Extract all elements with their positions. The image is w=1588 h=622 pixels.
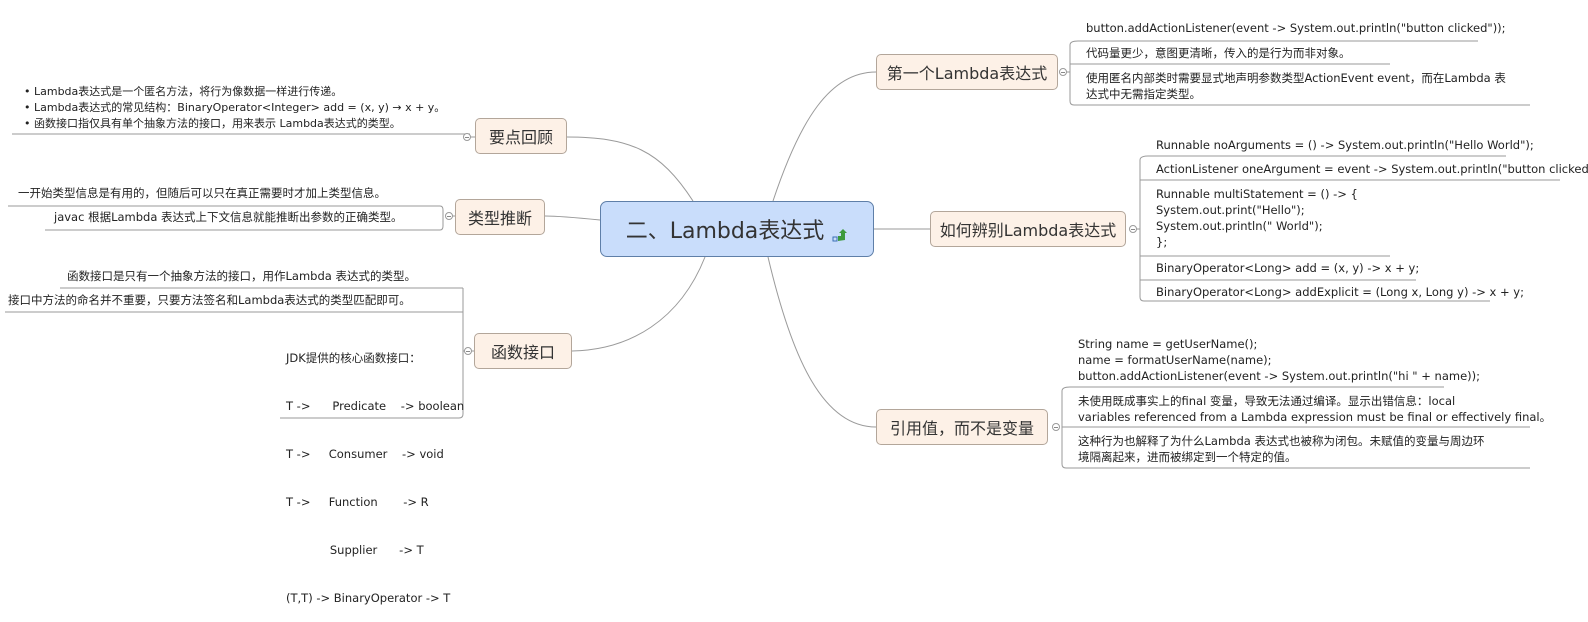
topic-first-lambda[interactable]: 第一个Lambda表达式 — [876, 54, 1058, 90]
leaf-identify-4: BinaryOperator<Long> add = (x, y) -> x +… — [1156, 261, 1420, 275]
leaf-ref-code-2: name = formatUserName(name); — [1078, 353, 1272, 367]
collapse-toggle-reference-values[interactable] — [1052, 423, 1060, 431]
connector-type-inference — [544, 215, 601, 221]
topic-functional-interface[interactable]: 函数接口 — [474, 333, 572, 369]
topic-functional-interface-label: 函数接口 — [490, 343, 555, 362]
collapse-toggle-review[interactable] — [463, 133, 471, 141]
fi-table-line-3: T -> Consumer -> void — [286, 447, 444, 461]
connector-review — [565, 136, 694, 202]
leaf-identify-3d: }; — [1156, 235, 1168, 249]
topic-review-label: 要点回顾 — [488, 128, 553, 147]
leaf-first-2: 代码量更少，意图更清晰，传入的是行为而非对象。 — [1086, 46, 1351, 60]
leaf-identify-2: ActionListener oneArgument = event -> Sy… — [1156, 162, 1588, 176]
leaf-first-1: button.addActionListener(event -> System… — [1086, 21, 1506, 35]
topic-identify-lambda-label: 如何辨别Lambda表达式 — [939, 221, 1117, 240]
collapse-toggle-functional-interface[interactable] — [464, 347, 472, 355]
topic-first-lambda-label: 第一个Lambda表达式 — [886, 64, 1048, 83]
leaf-identify-5: BinaryOperator<Long> addExplicit = (Long… — [1156, 285, 1524, 299]
collapse-toggle-identify-lambda[interactable] — [1129, 225, 1137, 233]
leaf-identify-3c: System.out.println(" World"); — [1156, 219, 1323, 233]
leaf-inference-2: javac 根据Lambda 表达式上下文信息就能推断出参数的正确类型。 — [54, 210, 403, 224]
topic-type-inference[interactable]: 类型推断 — [455, 199, 545, 235]
leaf-fi-1: 函数接口是只有一个抽象方法的接口，用作Lambda 表达式的类型。 — [67, 269, 416, 283]
fi-table-line-5: Supplier -> T — [286, 543, 424, 557]
leaf-identify-3b: System.out.print("Hello"); — [1156, 203, 1305, 217]
leaf-review-2: • Lambda表达式的常见结构：BinaryOperator<Integer>… — [24, 101, 446, 114]
fi-table-line-6: (T,T) -> BinaryOperator -> T — [286, 591, 451, 605]
connector-reference — [767, 256, 877, 428]
connector-first-lambda — [772, 71, 877, 202]
leaf-fi-2: 接口中方法的命名并不重要，只要方法签名和Lambda表达式的类型匹配即可。 — [8, 293, 411, 307]
central-topic-title: 二、Lambda表达式 — [625, 219, 825, 244]
leaf-first-3a: 使用匿名内部类时需要显式地声明参数类型ActionEvent event，而在L… — [1086, 71, 1506, 85]
leaf-ref-closure-2: 境隔离起来，进而被绑定到一个特定的值。 — [1078, 450, 1297, 464]
fi-table-line-2: T -> Predicate -> boolean — [286, 399, 465, 413]
leaf-review-1: • Lambda表达式是一个匿名方法，将行为像数据一样进行传递。 — [24, 85, 343, 98]
collapse-toggle-first-lambda[interactable] — [1059, 68, 1067, 76]
leaf-inference-1: 一开始类型信息是有用的，但随后可以只在真正需要时才加上类型信息。 — [18, 186, 386, 200]
fi-table-line-1: JDK提供的核心函数接口： — [286, 351, 421, 365]
leaf-identify-3a: Runnable multiStatement = () -> { — [1156, 187, 1358, 201]
link-arrow-icon[interactable] — [832, 224, 848, 242]
topic-reference-values-label: 引用值，而不是变量 — [889, 419, 1034, 438]
leaf-ref-code-3: button.addActionListener(event -> System… — [1078, 369, 1481, 383]
topic-reference-values[interactable]: 引用值，而不是变量 — [876, 409, 1048, 445]
leaf-ref-error-2: variables referenced from a Lambda expre… — [1078, 410, 1552, 424]
leaf-ref-code-1: String name = getUserName(); — [1078, 337, 1258, 351]
topic-type-inference-label: 类型推断 — [467, 209, 532, 228]
topic-identify-lambda[interactable]: 如何辨别Lambda表达式 — [930, 211, 1126, 247]
leaf-first-3b: 达式中无需指定类型。 — [1086, 87, 1201, 101]
topic-review[interactable]: 要点回顾 — [475, 118, 567, 154]
leaf-ref-error-1: 未使用既成事实上的final 变量，导致无法通过编译。显示出错信息：local — [1078, 394, 1456, 408]
leaf-identify-1: Runnable noArguments = () -> System.out.… — [1156, 138, 1534, 152]
connector-functional-interface — [571, 256, 706, 352]
collapse-toggle-type-inference[interactable] — [445, 212, 453, 220]
leaf-review-3: • 函数接口指仅具有单个抽象方法的接口，用来表示 Lambda表达式的类型。 — [24, 117, 401, 130]
leaf-fi-core-interfaces: JDK提供的核心函数接口： T -> Predicate -> boolean … — [286, 318, 464, 622]
central-topic[interactable]: 二、Lambda表达式 — [600, 201, 874, 257]
leaf-ref-closure-1: 这种行为也解释了为什么Lambda 表达式也被称为闭包。未赋值的变量与周边环 — [1078, 434, 1485, 448]
